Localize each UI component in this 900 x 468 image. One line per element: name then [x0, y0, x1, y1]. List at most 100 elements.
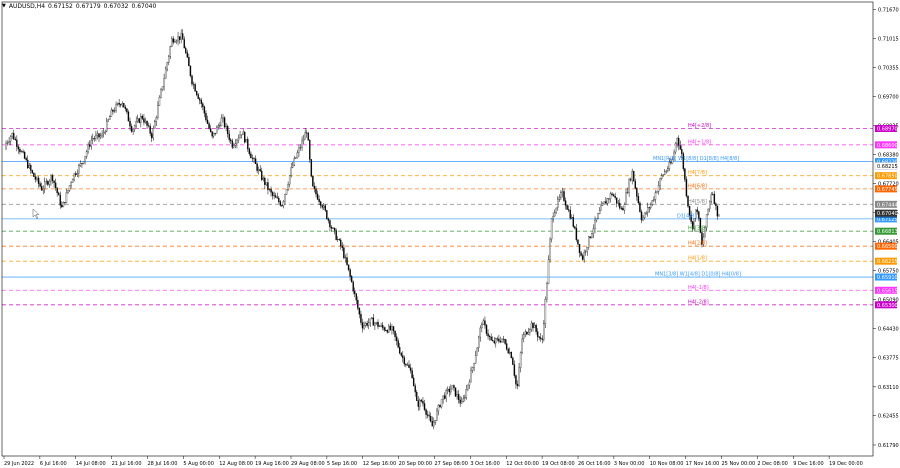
candle-body: [285, 189, 288, 195]
candle-body: [81, 163, 83, 165]
x-tick-label: 17 Nov 16:00: [686, 461, 720, 467]
candle-body: [527, 331, 530, 335]
candle-body: [429, 416, 432, 422]
level-label: H4[1/8]: [688, 256, 707, 262]
candle-body: [127, 111, 130, 122]
candle-body: [465, 389, 468, 398]
candle-body: [392, 326, 395, 332]
candle-body: [595, 218, 598, 221]
candle-body: [442, 395, 444, 400]
candle-body: [71, 179, 74, 183]
candle-body: [354, 291, 356, 294]
candle-body: [679, 145, 681, 150]
candle-body: [257, 169, 260, 171]
candle-body: [653, 199, 655, 201]
time-axis[interactable]: 29 Jun 2022 6 Jul 16:00 14 Jul 08:00 21 Jul…: [3, 456, 863, 467]
candle-body: [30, 165, 32, 171]
candle-body: [631, 170, 633, 181]
candle-body: [580, 252, 582, 256]
candle-body: [713, 193, 716, 204]
price-chart[interactable]: H4[+2/8] H4[+1/8] MN1[R/8] W1[8/8] D1[8/8]…: [0, 0, 900, 468]
x-tick-label: 14 Jul 08:00: [76, 461, 106, 467]
candle-body: [402, 355, 404, 358]
x-tick-label: 19 Aug 16:00: [255, 461, 289, 467]
candle-body: [50, 175, 52, 182]
candle-body: [626, 192, 629, 193]
candle-body: [533, 325, 536, 329]
candle-body: [301, 140, 303, 148]
candle-body: [698, 211, 700, 219]
x-tick-label: 12 Aug 08:00: [219, 461, 253, 467]
candle-body: [75, 173, 77, 175]
candle-body: [428, 415, 430, 417]
candle-body: [554, 212, 556, 217]
candle-body: [333, 227, 336, 231]
candle-body: [648, 207, 650, 209]
axis-badge-label: 0.68215: [877, 164, 898, 170]
candle-body: [26, 159, 29, 169]
candle-body: [606, 198, 609, 204]
candle-body: [378, 326, 381, 327]
candle-body: [643, 212, 646, 219]
candle-body: [341, 245, 344, 248]
candle-body: [234, 143, 237, 146]
candle-body: [411, 370, 413, 379]
candle-body: [16, 139, 18, 147]
candle-body: [245, 139, 247, 143]
candle-body: [251, 157, 254, 159]
candle-body: [28, 165, 30, 169]
x-tick-label: 6 Jul 16:00: [40, 461, 67, 467]
candle-body: [645, 212, 647, 214]
x-tick-label: 26 Oct 16:00: [578, 461, 611, 467]
candle-body: [403, 357, 406, 365]
candle-body: [37, 177, 40, 184]
candle-body: [363, 325, 365, 329]
candle-body: [456, 394, 458, 397]
level-price-label: 0.66215: [877, 259, 898, 265]
candle-body: [340, 239, 342, 247]
candle-body: [474, 355, 477, 364]
level-price-label: 0.67444: [877, 202, 898, 208]
candle-body: [513, 364, 516, 376]
candle-body: [278, 197, 280, 202]
candle-body: [307, 132, 309, 141]
candle-body: [233, 145, 235, 148]
candle-body: [261, 170, 263, 180]
candle-body: [540, 337, 542, 339]
candle-body: [491, 340, 494, 342]
candle-body: [112, 109, 114, 112]
candle-body: [422, 401, 424, 404]
candle-body: [357, 300, 359, 309]
candle-body: [240, 134, 243, 136]
candle-body: [228, 133, 230, 140]
candle-body: [431, 421, 433, 427]
candle-body: [203, 106, 206, 114]
candle-body: [137, 118, 139, 122]
candle-body: [42, 188, 44, 191]
x-tick-label: 20 Sep 00:00: [399, 461, 432, 467]
candle-body: [459, 399, 461, 404]
x-tick-label: 3 Oct 16:00: [470, 461, 499, 467]
candle-body: [650, 204, 652, 209]
candle-body: [589, 236, 592, 238]
y-tick-label: 0.71015: [878, 36, 899, 42]
candle-body: [192, 83, 195, 85]
candle-body: [473, 362, 475, 368]
candle-body: [656, 191, 658, 193]
candle-body: [633, 170, 635, 182]
candle-body: [318, 199, 320, 202]
candle-body: [366, 322, 368, 326]
candle-body: [416, 391, 418, 401]
candle-body: [526, 331, 528, 335]
chart-window[interactable]: ▼ AUDUSD,H4 0.67152 0.67179 0.67032 0.67…: [0, 0, 900, 468]
level-price-label: 0.68600: [877, 143, 898, 149]
candle-body: [417, 400, 420, 407]
candle-body: [481, 324, 483, 329]
candle-body: [338, 239, 340, 241]
candle-body: [521, 338, 523, 353]
candle-body: [684, 168, 686, 180]
candle-body: [372, 317, 375, 326]
candle-body: [716, 205, 719, 217]
candle-body: [509, 352, 511, 354]
candle-body: [566, 205, 568, 210]
